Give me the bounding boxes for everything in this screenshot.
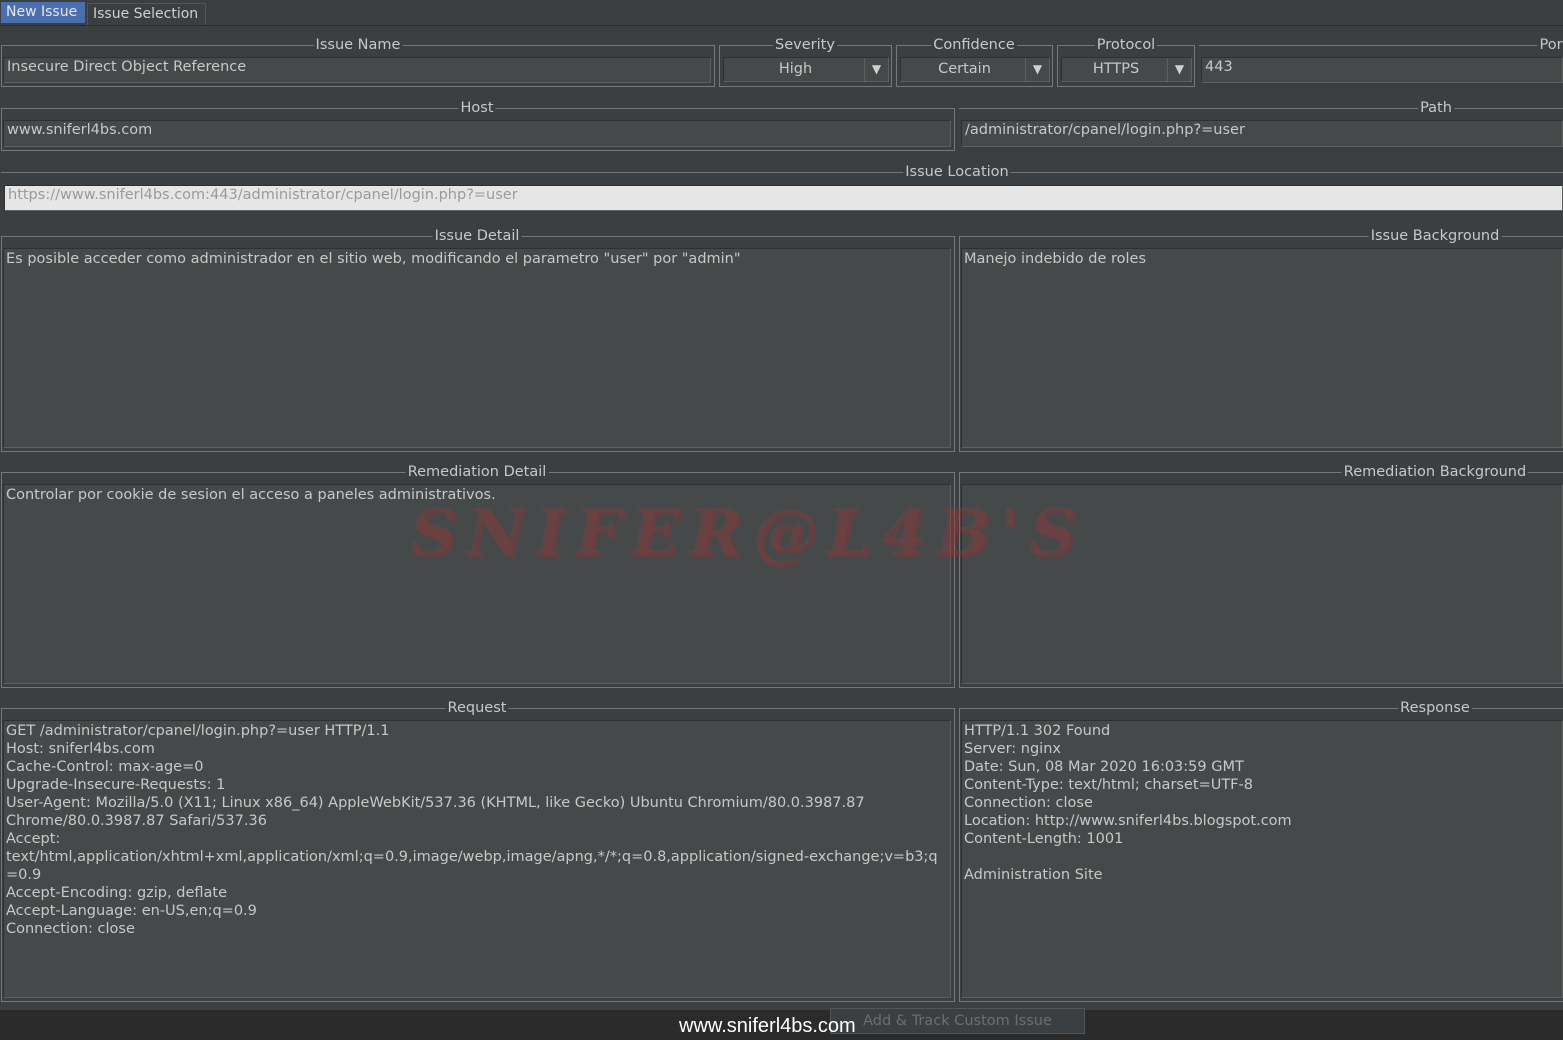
confidence-label: Confidence — [931, 37, 1017, 53]
tab-bar: New Issue Issue Selection — [0, 0, 1563, 26]
site-caption: www.sniferl4bs.com — [679, 1015, 856, 1037]
confidence-select[interactable]: Certain ▼ — [900, 57, 1050, 82]
request-group: Request GET /administrator/cpanel/login.… — [1, 700, 955, 1002]
issue-background-textarea[interactable]: Manejo indebido de roles — [961, 248, 1563, 448]
issue-name-group: Issue Name Insecure Direct Object Refere… — [1, 37, 715, 87]
host-input[interactable]: www.sniferl4bs.com — [3, 120, 951, 147]
chevron-down-icon[interactable]: ▼ — [1167, 58, 1191, 81]
confidence-group: Confidence Certain ▼ — [896, 37, 1053, 87]
chevron-down-icon[interactable]: ▼ — [1025, 58, 1049, 81]
port-input[interactable]: 443 — [1201, 57, 1563, 83]
chevron-down-icon[interactable]: ▼ — [864, 58, 888, 81]
issue-name-input[interactable]: Insecure Direct Object Reference — [3, 57, 711, 83]
issue-name-label: Issue Name — [313, 37, 403, 53]
response-label: Response — [1398, 700, 1472, 716]
remediation-detail-label: Remediation Detail — [405, 464, 549, 480]
issue-detail-textarea[interactable]: Es posible acceder como administrador en… — [3, 248, 951, 448]
issue-background-label: Issue Background — [1368, 228, 1502, 244]
protocol-label: Protocol — [1094, 37, 1158, 53]
confidence-value: Certain — [938, 61, 991, 77]
path-input[interactable]: /administrator/cpanel/login.php?=user — [961, 120, 1563, 147]
protocol-group: Protocol HTTPS ▼ — [1057, 37, 1195, 87]
issue-detail-group: Issue Detail Es posible acceder como adm… — [1, 228, 955, 452]
remediation-detail-group: Remediation Detail Controlar por cookie … — [1, 464, 955, 688]
issue-location-label: Issue Location — [903, 164, 1011, 180]
response-textarea[interactable]: HTTP/1.1 302 Found Server: nginx Date: S… — [961, 720, 1563, 998]
tab-issue-selection[interactable]: Issue Selection — [87, 3, 206, 25]
severity-label: Severity — [773, 37, 837, 53]
protocol-select[interactable]: HTTPS ▼ — [1061, 57, 1192, 82]
tab-new-issue[interactable]: New Issue — [1, 2, 85, 23]
severity-group: Severity High ▼ — [719, 37, 892, 87]
issue-location-input[interactable]: https://www.sniferl4bs.com:443/administr… — [4, 185, 1563, 211]
remediation-background-textarea[interactable] — [961, 484, 1563, 684]
path-group: Path /administrator/cpanel/login.php?=us… — [959, 100, 1563, 151]
severity-value: High — [778, 61, 813, 77]
protocol-value: HTTPS — [1092, 61, 1140, 77]
request-label: Request — [445, 700, 509, 716]
severity-select[interactable]: High ▼ — [723, 57, 889, 82]
remediation-background-label: Remediation Background — [1341, 464, 1529, 480]
remediation-background-group: Remediation Background — [959, 464, 1563, 688]
host-label: Host — [458, 100, 496, 116]
remediation-detail-textarea[interactable]: Controlar por cookie de sesion el acceso… — [3, 484, 951, 684]
issue-detail-label: Issue Detail — [432, 228, 522, 244]
issue-location-group: Issue Location https://www.sniferl4bs.co… — [1, 164, 1563, 215]
port-group: Por 443 — [1199, 37, 1563, 87]
response-group: Response HTTP/1.1 302 Found Server: ngin… — [959, 700, 1563, 1002]
request-textarea[interactable]: GET /administrator/cpanel/login.php?=use… — [3, 720, 951, 998]
host-group: Host www.sniferl4bs.com — [1, 100, 955, 151]
issue-background-group: Issue Background Manejo indebido de role… — [959, 228, 1563, 452]
path-label: Path — [1418, 100, 1454, 116]
port-label: Por — [1537, 37, 1563, 53]
